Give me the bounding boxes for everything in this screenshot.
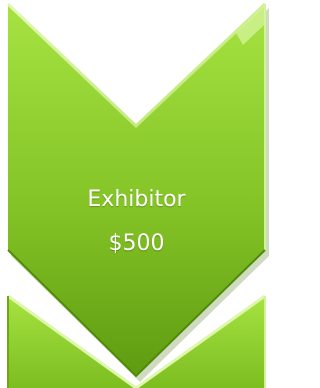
process-chevron-diagram: Exhibitor $500 bbox=[0, 0, 273, 388]
chevron-label-title: Exhibitor bbox=[87, 187, 186, 212]
chevron-label-price: $500 bbox=[108, 231, 165, 256]
